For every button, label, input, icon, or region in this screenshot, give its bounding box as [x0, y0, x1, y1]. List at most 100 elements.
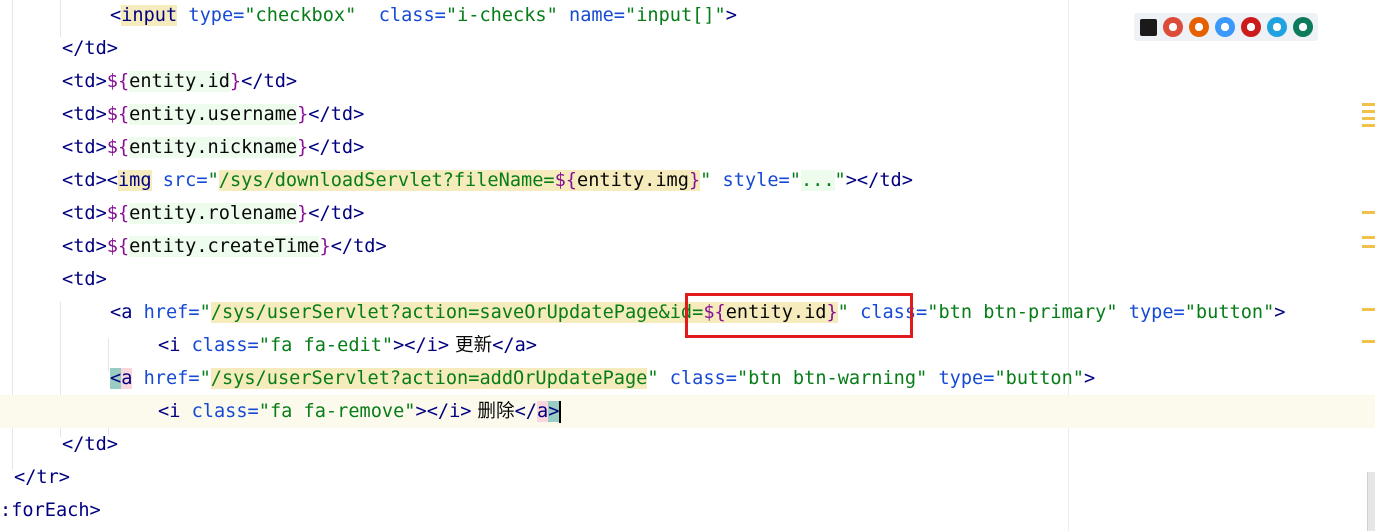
code-token: entity.id — [129, 71, 230, 92]
code-token: < — [110, 368, 122, 389]
code-token: </a> — [492, 335, 537, 356]
code-token: <td> — [62, 71, 107, 92]
code-token: <td> — [62, 104, 107, 125]
code-token: href= — [132, 368, 200, 389]
code-token: ... — [800, 170, 835, 191]
stripe-marker — [1362, 236, 1375, 239]
code-token: 更新 — [449, 335, 493, 356]
code-line[interactable]: <td>${entity.rolename}</td> — [0, 197, 1375, 230]
scrollbar-thumb[interactable] — [1367, 472, 1375, 531]
code-line[interactable]: <a href="/sys/userServlet?action=addOrUp… — [0, 362, 1375, 395]
red-highlight-box — [685, 293, 913, 338]
code-token: "checkbox" — [244, 5, 357, 26]
code-token: } — [319, 236, 331, 257]
code-token: </td> — [308, 137, 365, 158]
code-token: "button" — [994, 368, 1084, 389]
code-token: " — [647, 368, 659, 389]
code-token: < — [106, 170, 118, 191]
code-line[interactable]: <td>${entity.id}</td> — [0, 65, 1375, 98]
stripe-marker — [1362, 110, 1375, 113]
code-token: /sys/userServlet?action=addOrUpdatePage — [210, 368, 648, 389]
code-token: "i-checks" — [445, 5, 558, 26]
code-token: </td> — [62, 38, 118, 59]
code-line[interactable]: <td>${entity.nickname}</td> — [0, 131, 1375, 164]
code-line[interactable]: <td>${entity.username}</td> — [0, 98, 1375, 131]
code-token: 删除 — [471, 401, 515, 422]
code-token: entity.nickname — [129, 137, 298, 158]
browser-preview-toolbar — [1134, 13, 1318, 41]
code-token: entity.createTime — [129, 236, 320, 257]
code-token: <i — [158, 401, 181, 422]
code-token: } — [297, 104, 309, 125]
code-token: ></td> — [845, 170, 913, 191]
code-token: } — [297, 137, 309, 158]
code-token: <td> — [62, 203, 107, 224]
code-token: entity.username — [129, 104, 298, 125]
code-token: " — [199, 302, 211, 323]
code-token: </td> — [330, 236, 387, 257]
stripe-marker — [1362, 308, 1375, 311]
code-token: " — [199, 368, 211, 389]
code-token: " — [700, 170, 712, 191]
code-token: href= — [132, 302, 200, 323]
code-token: input — [121, 5, 178, 26]
code-token: > — [1274, 302, 1286, 323]
edge-icon[interactable] — [1293, 17, 1313, 37]
code-token: entity.img — [577, 170, 689, 191]
code-token: /sys/downloadServlet?fileName= — [218, 170, 555, 191]
code-token: ></i> — [415, 401, 472, 422]
code-token: ${ — [106, 71, 130, 92]
stripe-marker — [1362, 124, 1375, 127]
safari-icon[interactable] — [1215, 17, 1235, 37]
code-token: } — [688, 170, 701, 191]
code-token: <td> — [62, 269, 107, 290]
code-token: img — [117, 170, 152, 191]
firefox-icon[interactable] — [1189, 17, 1209, 37]
code-token: ${ — [554, 170, 577, 191]
code-token: class= — [658, 368, 737, 389]
code-token: </ — [514, 401, 537, 422]
code-token: "fa fa-edit" — [258, 335, 394, 356]
code-token: <i — [158, 335, 181, 356]
code-token: class= — [356, 5, 446, 26]
code-token: ${ — [106, 236, 130, 257]
code-line[interactable]: </td> — [0, 428, 1375, 461]
ie-icon[interactable] — [1267, 17, 1287, 37]
code-token: name= — [557, 5, 625, 26]
code-token: ${ — [106, 104, 130, 125]
code-token: > — [548, 401, 560, 422]
code-token: ${ — [106, 137, 130, 158]
stripe-marker — [1362, 245, 1375, 248]
code-token: </td> — [62, 434, 118, 455]
opera-icon[interactable] — [1241, 17, 1261, 37]
code-token: " — [207, 170, 219, 191]
code-token: > — [725, 5, 737, 26]
code-token: a — [536, 401, 549, 422]
chrome-icon[interactable] — [1163, 17, 1183, 37]
code-token: "btn btn-warning" — [736, 368, 928, 389]
intellij-icon[interactable] — [1140, 18, 1157, 36]
code-line[interactable]: <td><img src="/sys/downloadServlet?fileN… — [0, 164, 1375, 197]
code-token: type= — [927, 368, 995, 389]
stripe-marker — [1362, 117, 1375, 120]
code-token: </td> — [308, 203, 365, 224]
code-token: </td> — [308, 104, 365, 125]
code-line[interactable]: :forEach> — [0, 494, 1375, 527]
code-token: type= — [177, 5, 245, 26]
stripe-marker — [1362, 103, 1375, 106]
code-token: <a — [110, 302, 133, 323]
code-token: class= — [180, 401, 259, 422]
code-token: </tr> — [14, 467, 70, 488]
code-token: < — [110, 5, 122, 26]
code-token: type= — [1117, 302, 1185, 323]
code-token: "button" — [1184, 302, 1275, 323]
code-token: <td> — [62, 137, 107, 158]
code-editor[interactable]: <input type="checkbox" class="i-checks" … — [0, 0, 1375, 531]
code-token: } — [297, 203, 309, 224]
code-line[interactable]: <td>${entity.createTime}</td> — [0, 230, 1375, 263]
code-line[interactable]: <td> — [0, 263, 1375, 296]
code-line[interactable]: <i class="fa fa-remove"></i> 删除</a> — [0, 395, 1375, 428]
code-token: "input[]" — [625, 5, 726, 26]
code-line[interactable]: </tr> — [0, 461, 1375, 494]
code-token: "btn btn-primary" — [927, 302, 1118, 323]
